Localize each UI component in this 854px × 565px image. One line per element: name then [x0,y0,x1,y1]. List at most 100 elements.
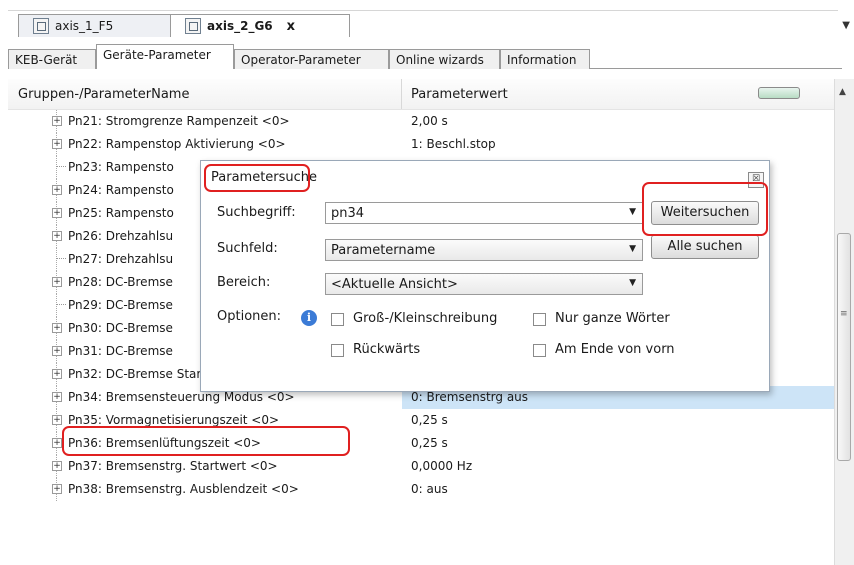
search-term-label: Suchbegriff: [217,205,296,220]
column-header-value[interactable]: Parameterwert [411,87,508,102]
chevron-down-icon[interactable]: ▼ [629,207,636,217]
expand-icon[interactable]: + [52,208,62,218]
highlight-pn34-row [62,426,350,456]
wrap-around-label: Am Ende von vorn [555,342,675,357]
expand-icon[interactable]: + [52,346,62,356]
parameter-value: 0,0000 Hz [411,459,473,473]
expand-icon[interactable]: + [52,438,62,448]
parameter-name: Pn31: DC-Bremse [68,344,173,358]
parameter-name: Pn21: Stromgrenze Rampenzeit <0> [68,114,290,128]
close-tab-icon[interactable]: x [287,19,295,34]
tab-information[interactable]: Information [500,49,590,69]
scrollbar-thumb[interactable] [837,233,851,461]
highlight-dialog-title [204,164,310,192]
scope-value: <Aktuelle Ansicht> [331,277,458,292]
tab-operator-parameter[interactable]: Operator-Parameter [234,49,389,69]
expand-icon[interactable]: + [52,231,62,241]
search-term-value: pn34 [331,206,365,221]
panel-tab-bar: KEB-Gerät Geräte-Parameter Operator-Para… [8,44,842,69]
parameter-name: Pn38: Bremsenstrg. Ausblendzeit <0> [68,482,299,496]
info-icon[interactable]: i [301,310,317,326]
parameter-name: Pn24: Rampensto [68,183,174,197]
table-row[interactable]: + Pn37: Bremsenstrg. Startwert <0> 0,0000 … [8,455,834,478]
whole-words-checkbox[interactable] [533,313,546,326]
scope-select[interactable]: <Aktuelle Ansicht> ▼ [325,273,643,295]
parameter-value: 1: Beschl.stop [411,137,496,151]
parameter-name: Pn30: DC-Bremse [68,321,173,335]
parameter-value: 0,25 s [411,436,448,450]
parameter-name: Pn26: Drehzahlsu [68,229,174,243]
table-row[interactable]: + Pn38: Bremsenstrg. Ausblendzeit <0> 0: a… [8,478,834,501]
device-icon [33,18,49,34]
doc-tab-label: axis_2_G6 [207,19,273,33]
parameter-name: Pn25: Rampensto [68,206,174,220]
expand-icon[interactable]: + [52,277,62,287]
parameter-name: Pn29: DC-Bremse [68,298,173,312]
parameter-value-cell[interactable]: 0,0000 Hz [402,455,834,478]
column-separator[interactable] [401,79,402,109]
parameter-value: 0: aus [411,482,448,496]
tab-bar-divider [8,10,838,11]
tab-keb-geraet[interactable]: KEB-Gerät [8,49,96,69]
scope-label: Bereich: [217,275,271,290]
expand-icon[interactable]: + [52,415,62,425]
parameter-name: Pn27: Drehzahlsu [68,252,174,266]
backwards-label: Rückwärts [353,342,421,357]
search-field-label: Suchfeld: [217,241,278,256]
expand-icon[interactable]: + [52,323,62,333]
parameter-value: 2,00 s [411,114,448,128]
parameter-value: 0: Bremsenstrg aus [411,390,529,404]
device-icon [185,18,201,34]
expand-icon[interactable]: + [52,139,62,149]
case-sensitive-label: Groß-/Kleinschreibung [353,311,498,326]
chevron-down-icon[interactable]: ▼ [629,244,636,254]
expand-icon[interactable]: + [52,116,62,126]
tree-leaf-line [56,166,66,167]
tab-online-wizards[interactable]: Online wizards [389,49,500,69]
search-field-select[interactable]: Parametername ▼ [325,239,643,261]
table-row[interactable]: + Pn22: Rampenstop Aktivierung <0> 1: Besc… [8,133,834,156]
parameter-name: Pn35: Vormagnetisierungszeit <0> [68,413,280,427]
search-term-input[interactable]: pn34 ▼ [325,202,643,224]
parameter-value-cell[interactable]: 1: Beschl.stop [402,133,834,156]
tab-list-dropdown-icon[interactable]: ▼ [842,20,850,31]
doc-tab-axis-1[interactable]: axis_1_F5 [18,14,194,37]
thumb-grip-icon: ≡ [840,309,848,319]
highlight-find-next [642,182,768,236]
doc-tab-label: axis_1_F5 [55,19,114,33]
tree-line [56,156,57,179]
table-row[interactable]: + Pn21: Stromgrenze Rampenzeit <0> 2,00 s [8,110,834,133]
parameter-value: 0,25 s [411,413,448,427]
expand-icon[interactable]: + [52,185,62,195]
parameter-name: Pn23: Rampensto [68,160,174,174]
grid-header: Gruppen-/ParameterName Parameterwert [8,79,834,110]
tree-line [56,294,57,317]
tab-geraete-parameter[interactable]: Geräte-Parameter [96,44,234,69]
tree-leaf-line [56,304,66,305]
expand-icon[interactable]: + [52,392,62,402]
parameter-name: Pn34: Bremsensteuerung Modus <0> [68,390,295,404]
expand-icon[interactable]: + [52,369,62,379]
column-header-name[interactable]: Gruppen-/ParameterName [18,87,189,102]
scroll-up-icon[interactable]: ▲ [839,87,846,97]
doc-tab-axis-2[interactable]: axis_2_G6 x [170,14,350,37]
backwards-checkbox[interactable] [331,344,344,357]
chevron-down-icon[interactable]: ▼ [629,278,636,288]
wrap-around-checkbox[interactable] [533,344,546,357]
parameter-name: Pn37: Bremsenstrg. Startwert <0> [68,459,278,473]
find-all-button[interactable]: Alle suchen [651,235,759,259]
parameter-value-cell[interactable]: 0,25 s [402,409,834,432]
parameter-name: Pn22: Rampenstop Aktivierung <0> [68,137,286,151]
parameter-value-cell[interactable]: 2,00 s [402,110,834,133]
expand-icon[interactable]: + [52,461,62,471]
tree-leaf-line [56,258,66,259]
parameter-name: Pn28: DC-Bremse [68,275,173,289]
options-label: Optionen: [217,309,282,324]
tree-line [56,248,57,271]
case-sensitive-checkbox[interactable] [331,313,344,326]
document-tab-bar: axis_1_F5 axis_2_G6 x ▼ [0,0,854,44]
parameter-value-cell[interactable]: 0: aus [402,478,834,501]
parameter-value-cell[interactable]: 0,25 s [402,432,834,455]
expand-icon[interactable]: + [52,484,62,494]
vertical-scrollbar[interactable]: ▲ ≡ [834,79,854,565]
